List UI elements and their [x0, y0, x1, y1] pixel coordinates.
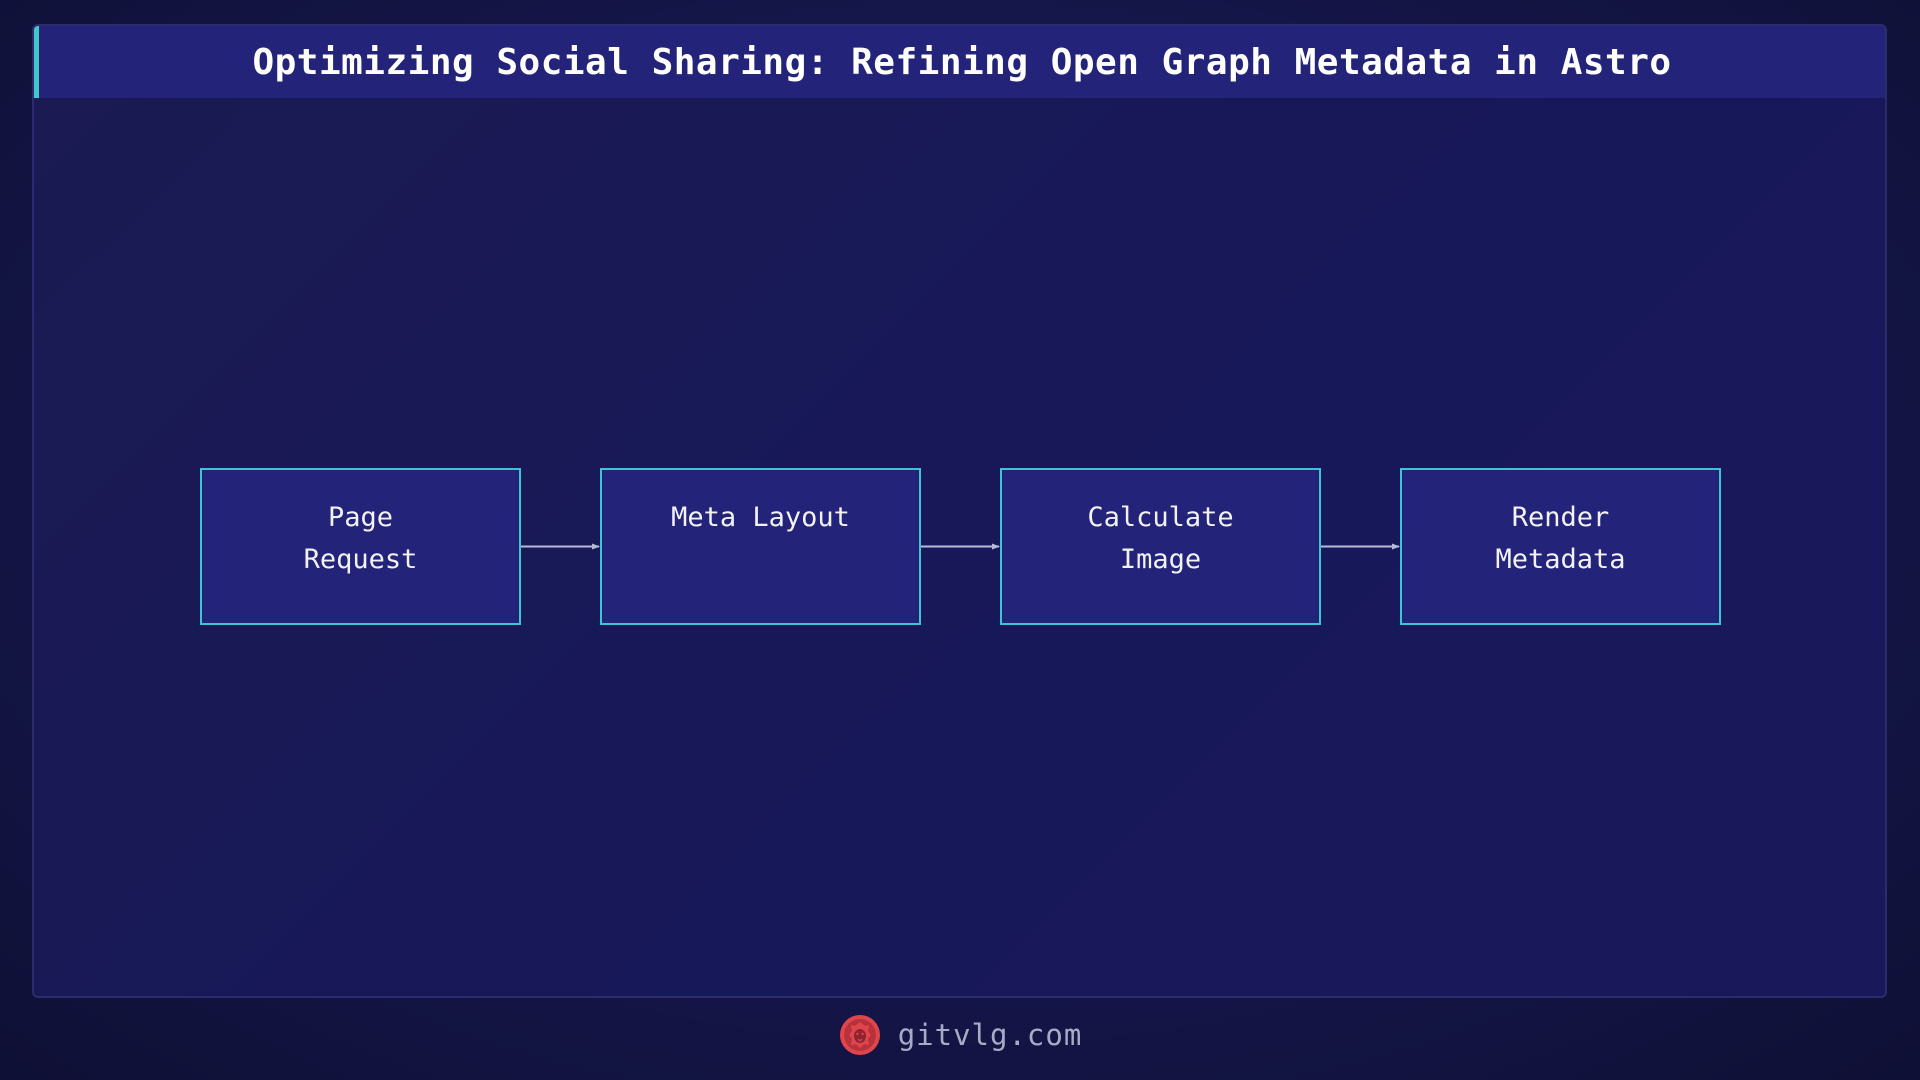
footer: gitvlg.com [0, 1010, 1920, 1060]
lion-head-icon [839, 1015, 880, 1055]
node-meta-layout: Meta Layout [600, 468, 921, 625]
node-render-metadata: Render Metadata [1400, 468, 1721, 625]
footer-site[interactable]: gitvlg.com [898, 1018, 1083, 1052]
page: Optimizing Social Sharing: Refining Open… [0, 0, 1920, 1080]
node-page-request: Page Request [200, 468, 521, 625]
node-calculate-image: Calculate Image [1000, 468, 1321, 625]
title-bar: Optimizing Social Sharing: Refining Open… [34, 26, 1885, 98]
page-title: Optimizing Social Sharing: Refining Open… [252, 41, 1672, 83]
